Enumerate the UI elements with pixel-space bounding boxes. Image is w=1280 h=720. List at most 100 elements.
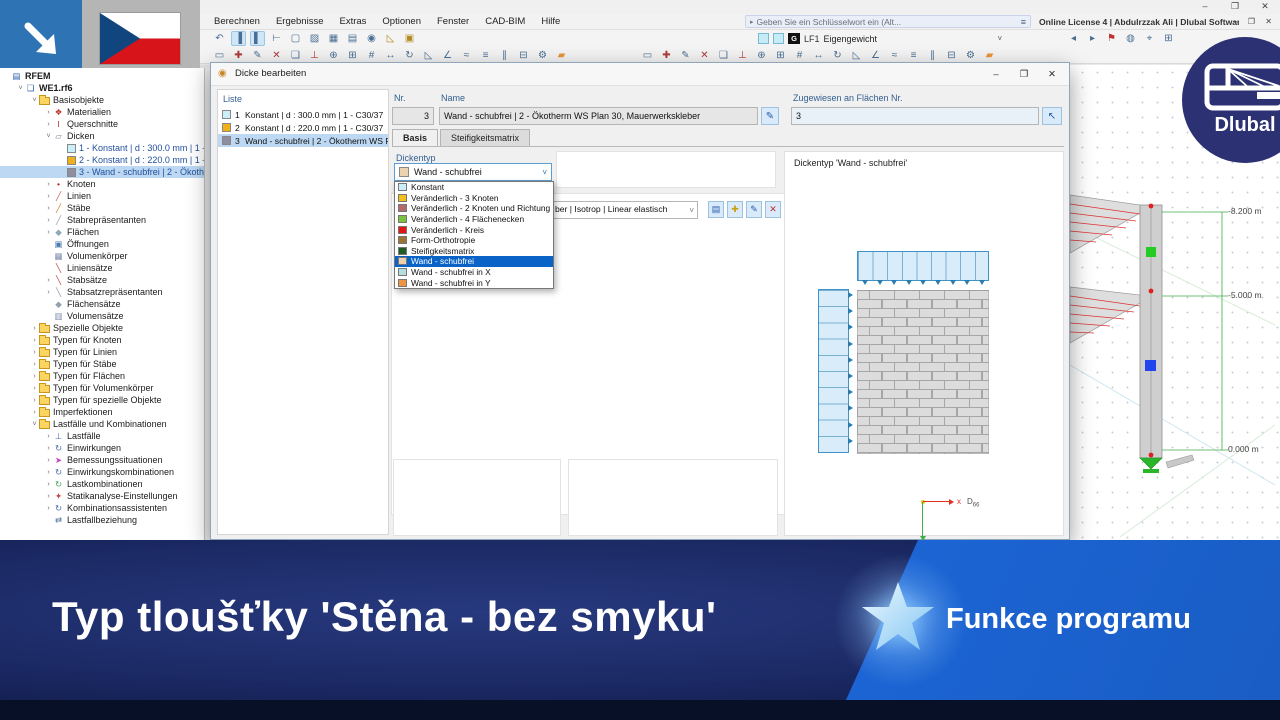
- dialog-close-button[interactable]: ✕: [1041, 67, 1063, 82]
- expander-icon[interactable]: ›: [44, 277, 53, 284]
- expander-icon[interactable]: ›: [30, 373, 39, 380]
- menu-item[interactable]: Fenster: [429, 14, 477, 30]
- copy-icon[interactable]: ❏: [288, 48, 303, 63]
- navigator-item[interactable]: › ↻ Kombinationsassistenten: [0, 502, 204, 514]
- expander-icon[interactable]: ›: [44, 109, 53, 116]
- document-window-controls[interactable]: – ❐ ✕: [1233, 15, 1276, 29]
- loadcase-chevron-icon[interactable]: ˅: [998, 34, 1003, 43]
- navigator-item[interactable]: › Typen für Stäbe: [0, 358, 204, 370]
- minus-box-icon[interactable]: ⊟: [516, 48, 531, 63]
- navigator-item[interactable]: › ╲ Stabsatzrepräsentanten: [0, 286, 204, 298]
- dropdown-option[interactable]: Veränderlich - Kreis: [395, 224, 553, 235]
- navigator-item[interactable]: ▤ RFEM: [0, 70, 204, 82]
- assigned-surfaces-field[interactable]: 3: [791, 107, 1039, 125]
- wave-icon[interactable]: ≈: [459, 48, 474, 63]
- delete-icon[interactable]: ✕: [269, 48, 284, 63]
- navigator-item[interactable]: › ◆ Flächen: [0, 226, 204, 238]
- dialog-tab[interactable]: Steifigkeitsmatrix: [440, 129, 530, 147]
- navigator-item[interactable]: › ↻ Lastkombinationen: [0, 478, 204, 490]
- dropdown-option[interactable]: Wand - schubfrei in X: [395, 267, 553, 278]
- move-icon[interactable]: ↔: [811, 48, 826, 63]
- navigator-item[interactable]: ⇄ Lastfallbeziehung: [0, 514, 204, 526]
- menu-item[interactable]: Hilfe: [533, 14, 568, 30]
- app-maximize-button[interactable]: ❐: [1222, 0, 1248, 13]
- expander-icon[interactable]: ›: [30, 385, 39, 392]
- expander-icon[interactable]: ›: [30, 337, 39, 344]
- navigator-item[interactable]: › ↻ Einwirkungen: [0, 442, 204, 454]
- plane-icon[interactable]: ◺: [849, 48, 864, 63]
- surface-tool-icon[interactable]: ◺: [383, 31, 398, 46]
- globe-icon[interactable]: ◍: [1123, 31, 1138, 46]
- panel-left-icon[interactable]: ▐: [231, 31, 246, 46]
- dropdown-option[interactable]: Konstant: [395, 182, 553, 193]
- member-tool-icon[interactable]: ⊕: [754, 48, 769, 63]
- expander-icon[interactable]: ›: [44, 445, 53, 452]
- sphere-view-icon[interactable]: ◉: [364, 31, 379, 46]
- list-icon[interactable]: ≡: [906, 48, 921, 63]
- member-tool-icon[interactable]: ⊕: [326, 48, 341, 63]
- search-input[interactable]: ▸ Geben Sie ein Schlüsselwort ein (Alt..…: [745, 15, 1031, 28]
- menu-item[interactable]: Optionen: [374, 14, 429, 30]
- menu-item[interactable]: Extras: [331, 14, 374, 30]
- expander-icon[interactable]: ›: [30, 361, 39, 368]
- view-box-icon[interactable]: ▢: [288, 31, 303, 46]
- section-icon[interactable]: ⊢: [269, 31, 284, 46]
- navigator-item[interactable]: ˅ ❏ WE1.rf6: [0, 82, 204, 94]
- rotate-icon[interactable]: ↻: [402, 48, 417, 63]
- nr-field[interactable]: 3: [392, 107, 434, 125]
- menu-item[interactable]: Berechnen: [206, 14, 268, 30]
- library-icon[interactable]: ▤: [708, 201, 724, 218]
- surface-grid-icon[interactable]: ⊞: [773, 48, 788, 63]
- undo-icon[interactable]: ↶: [212, 31, 227, 46]
- edit-material-icon[interactable]: ✎: [746, 201, 762, 218]
- navigator-item[interactable]: › Typen für Linien: [0, 346, 204, 358]
- select-icon[interactable]: ▭: [640, 48, 655, 63]
- navigator-item[interactable]: › Typen für spezielle Objekte: [0, 394, 204, 406]
- expander-icon[interactable]: ›: [44, 205, 53, 212]
- numbering-icon[interactable]: #: [792, 48, 807, 63]
- panel-right-icon[interactable]: ▌: [250, 31, 265, 46]
- node-tool-icon[interactable]: ⊥: [307, 48, 322, 63]
- navigator-item[interactable]: 1 - Konstant | d : 300.0 mm | 1 - C30/37: [0, 142, 204, 154]
- dropdown-option[interactable]: Veränderlich - 4 Flächenecken: [395, 214, 553, 225]
- expander-icon[interactable]: ›: [44, 481, 53, 488]
- navigator-item[interactable]: › ✦ Statikanalyse-Einstellungen: [0, 490, 204, 502]
- menu-item[interactable]: Ergebnisse: [268, 14, 332, 30]
- add-icon[interactable]: ✚: [659, 48, 674, 63]
- navigator-item[interactable]: 2 - Konstant | d : 220.0 mm | 1 - C30/37: [0, 154, 204, 166]
- wave-icon[interactable]: ≈: [887, 48, 902, 63]
- navigator-item[interactable]: ˅ ▱ Dicken: [0, 130, 204, 142]
- navigator-item[interactable]: ╲ Liniensätze: [0, 262, 204, 274]
- expander-icon[interactable]: ›: [44, 433, 53, 440]
- delete-material-icon[interactable]: ✕: [765, 201, 781, 218]
- edit-icon[interactable]: ✎: [678, 48, 693, 63]
- dropdown-option[interactable]: Veränderlich - 3 Knoten: [395, 193, 553, 204]
- navigator-item[interactable]: › ╲ Stabsätze: [0, 274, 204, 286]
- navigator-item[interactable]: › Typen für Volumenkörper: [0, 382, 204, 394]
- navigator-item[interactable]: ▥ Volumensätze: [0, 310, 204, 322]
- name-field[interactable]: Wand - schubfrei | 2 - Ökotherm WS Plan …: [439, 107, 758, 125]
- angle-icon[interactable]: ∠: [440, 48, 455, 63]
- expander-icon[interactable]: ›: [44, 193, 53, 200]
- expander-icon[interactable]: ›: [44, 505, 53, 512]
- dialog-tab[interactable]: Basis: [392, 129, 438, 147]
- list-item[interactable]: 3 Wand - schubfrei | 2 - Ökotherm WS Pla…: [218, 134, 388, 147]
- expander-icon[interactable]: ›: [44, 121, 53, 128]
- navigator-item[interactable]: ˅ Lastfälle und Kombinationen: [0, 418, 204, 430]
- navigator-item[interactable]: › • Knoten: [0, 178, 204, 190]
- select-icon[interactable]: ▭: [212, 48, 227, 63]
- delete-icon[interactable]: ✕: [697, 48, 712, 63]
- navigator-item[interactable]: › ➤ Bemessungssituationen: [0, 454, 204, 466]
- dropdown-option[interactable]: Wand - schubfrei: [395, 256, 553, 267]
- expander-icon[interactable]: ›: [30, 397, 39, 404]
- expander-icon[interactable]: ˅: [30, 97, 39, 104]
- expander-icon[interactable]: ›: [30, 409, 39, 416]
- rotate-icon[interactable]: ↻: [830, 48, 845, 63]
- render-icon[interactable]: ▨: [307, 31, 322, 46]
- new-material-icon[interactable]: ✚: [727, 201, 743, 218]
- navigator-item[interactable]: 3 - Wand - schubfrei | 2 - Ökotherm WS P…: [0, 166, 204, 178]
- app-minimize-button[interactable]: –: [1192, 0, 1218, 13]
- plane-icon[interactable]: ◺: [421, 48, 436, 63]
- navigator-item[interactable]: ˅ Basisobjekte: [0, 94, 204, 106]
- dropdown-option[interactable]: Form-Orthotropie: [395, 235, 553, 246]
